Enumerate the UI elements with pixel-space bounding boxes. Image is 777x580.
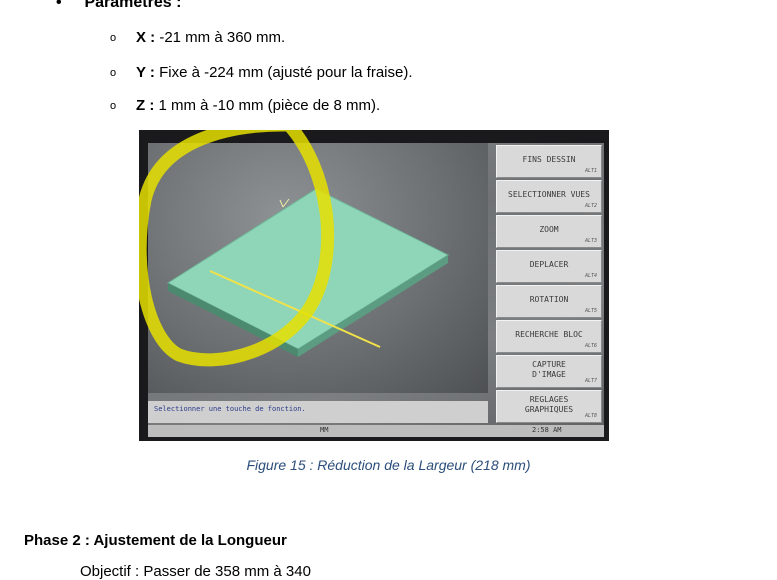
param-item-z: o Z : 1 mm à -10 mm (pièce de 8 mm). (110, 97, 380, 114)
param-item-y: o Y : Fixe à -224 mm (ajusté pour la frai… (110, 64, 413, 81)
highlighter-annotation (139, 130, 335, 367)
highlight-circle-icon (139, 130, 335, 367)
params-label: Paramètres : (84, 0, 182, 11)
figure-caption: Figure 15 : Réduction de la Largeur (218… (246, 457, 531, 473)
cnc-screen-photo: Selectionner une touche de fonction. MM … (139, 130, 609, 441)
param-item-x: o X : -21 mm à 360 mm. (110, 29, 285, 46)
objective-line: Objectif : Passer de 358 mm à 340 (80, 563, 311, 580)
phase-title: Phase 2 : Ajustement de la Longueur (24, 532, 287, 549)
circle-bullet-icon: o (110, 32, 117, 44)
circle-bullet-icon: o (110, 67, 117, 79)
circle-bullet-icon: o (110, 100, 117, 112)
param-axis: X : (136, 29, 156, 46)
param-text: -21 mm à 360 mm. (155, 29, 286, 46)
param-axis: Y : (136, 64, 155, 81)
param-axis: Z : (136, 97, 155, 114)
bullet-dot-icon: • (56, 0, 62, 11)
param-text: 1 mm à -10 mm (pièce de 8 mm). (154, 97, 381, 114)
param-text: Fixe à -224 mm (ajusté pour la fraise). (154, 64, 413, 81)
params-bullet: • Paramètres : (56, 0, 181, 12)
